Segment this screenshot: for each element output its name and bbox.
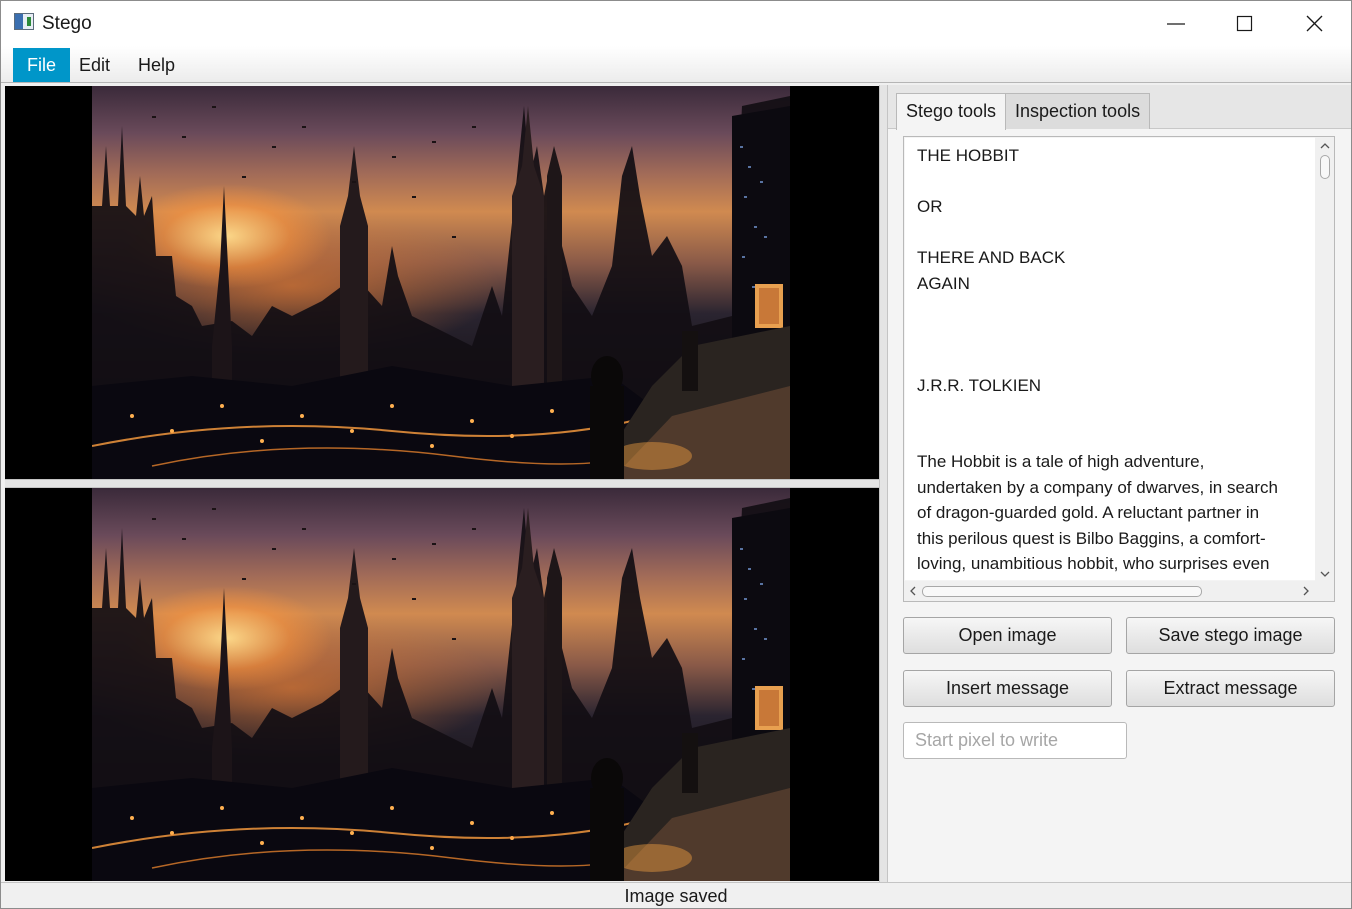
- title-bar: Stego: [1, 1, 1351, 46]
- message-line: [917, 424, 1303, 450]
- panel-split-divider[interactable]: [879, 85, 888, 882]
- close-button[interactable]: [1282, 1, 1350, 46]
- minimize-icon: [1167, 23, 1185, 25]
- start-pixel-input[interactable]: [903, 722, 1127, 759]
- menu-bar: File Edit Help: [1, 46, 1351, 83]
- maximize-button[interactable]: [1212, 1, 1280, 46]
- open-image-button[interactable]: Open image: [903, 617, 1112, 654]
- vertical-scroll-thumb[interactable]: [1320, 155, 1330, 179]
- minimize-button[interactable]: [1143, 1, 1211, 46]
- message-line: [917, 347, 1303, 373]
- message-line: this perilous quest is Bilbo Baggins, a …: [917, 528, 1266, 548]
- scroll-down-icon[interactable]: [1319, 569, 1331, 579]
- horizontal-scroll-thumb[interactable]: [922, 586, 1202, 597]
- menu-help[interactable]: Help: [124, 48, 189, 82]
- message-line: THERE AND BACK: [917, 248, 1066, 267]
- message-textarea[interactable]: THE HOBBIT OR THERE AND BACK AGAIN J.R.R. TO…: [903, 136, 1335, 602]
- scroll-left-icon[interactable]: [908, 585, 918, 597]
- tab-inspection-tools[interactable]: Inspection tools: [1005, 93, 1151, 129]
- maximize-icon: [1236, 15, 1253, 32]
- message-line: [917, 220, 1303, 246]
- message-line: undertaken by a company of dwarves, in s…: [917, 477, 1278, 497]
- message-line: of dragon-guarded gold. A reluctant part…: [917, 503, 1260, 522]
- message-line: [917, 169, 1303, 195]
- tab-stego-tools[interactable]: Stego tools: [896, 93, 1007, 130]
- horizontal-scrollbar[interactable]: [904, 581, 1334, 601]
- status-bar: Image saved: [1, 882, 1351, 908]
- app-window: Stego File Edit Help Stego tools Inspect…: [0, 0, 1352, 909]
- message-line: [917, 398, 1303, 424]
- tools-panel: Stego tools Inspection tools THE HOBBIT O…: [888, 85, 1351, 882]
- menu-file[interactable]: File: [13, 48, 71, 82]
- scroll-up-icon[interactable]: [1319, 141, 1331, 151]
- scroll-right-icon[interactable]: [1301, 585, 1311, 597]
- vertical-scrollbar[interactable]: [1315, 137, 1334, 581]
- status-text: Image saved: [624, 886, 728, 906]
- message-line: THE HOBBIT: [917, 146, 1020, 165]
- extract-message-button[interactable]: Extract message: [1126, 670, 1335, 707]
- message-line: [917, 296, 1303, 322]
- message-line: loving, unambitious hobbit, who surprise…: [917, 554, 1270, 573]
- close-icon: [1306, 15, 1323, 32]
- message-line: [917, 322, 1303, 348]
- message-line: J.R.R. TOLKIEN: [917, 375, 1042, 395]
- original-image-view: [5, 86, 879, 479]
- original-image: [92, 86, 790, 479]
- stego-image-view: [5, 488, 879, 881]
- message-text[interactable]: THE HOBBIT OR THERE AND BACK AGAIN J.R.R. TO…: [905, 138, 1315, 580]
- window-title: Stego: [42, 13, 92, 34]
- menu-edit[interactable]: Edit: [65, 48, 124, 82]
- stego-image: [92, 488, 790, 881]
- insert-message-button[interactable]: Insert message: [903, 670, 1112, 707]
- save-stego-image-button[interactable]: Save stego image: [1126, 617, 1335, 654]
- tab-header: Stego tools Inspection tools: [888, 85, 1351, 130]
- image-split-divider[interactable]: [5, 479, 879, 488]
- message-line: AGAIN: [917, 273, 970, 293]
- message-line: OR: [917, 197, 943, 216]
- message-line: The Hobbit is a tale of high adventure,: [917, 452, 1205, 471]
- app-icon: [14, 13, 34, 30]
